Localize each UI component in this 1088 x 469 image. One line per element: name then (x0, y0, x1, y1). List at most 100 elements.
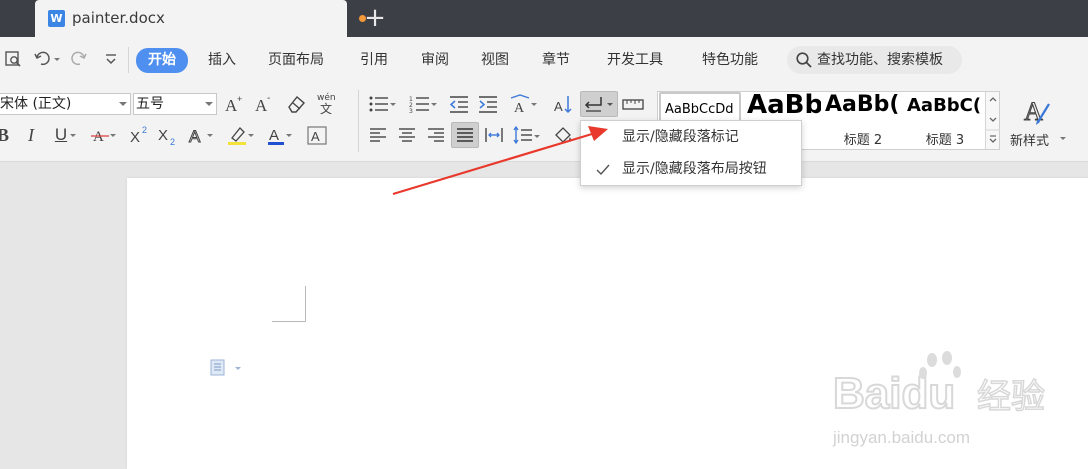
tab-home[interactable]: 开始 (136, 48, 188, 73)
new-style-label: 新样式 (1010, 134, 1050, 149)
text-direction-icon[interactable]: A (509, 93, 537, 116)
watermark-brand-cn: 经验 (977, 377, 1045, 417)
decrease-indent-icon[interactable] (448, 93, 470, 115)
text-effect-icon[interactable]: A (187, 124, 213, 147)
svg-text:3: 3 (409, 108, 413, 115)
wps-writer-icon: W (48, 10, 65, 27)
menu-item-toggle-paragraph-layout-button[interactable]: 显示/隐藏段落布局按钮 (581, 154, 801, 185)
checkmark-icon (595, 159, 611, 190)
font-size-value: 五号 (136, 96, 164, 112)
tab-review[interactable]: 审阅 (421, 51, 449, 69)
document-page[interactable]: Baidu 经验 jingyan.baidu.com (127, 178, 1088, 469)
tab-insert[interactable]: 插入 (208, 51, 236, 69)
new-style-icon: A (1022, 94, 1052, 130)
search-icon (795, 51, 813, 73)
tab-references[interactable]: 引用 (360, 51, 388, 69)
show-hide-paragraph-mark-button[interactable] (580, 91, 618, 117)
document-area: Baidu 经验 jingyan.baidu.com (0, 163, 1088, 469)
customize-toolbar-icon[interactable] (104, 50, 118, 70)
print-preview-icon[interactable] (4, 50, 22, 70)
subscript-icon[interactable]: X2 (157, 124, 179, 147)
tab-special-features[interactable]: 特色功能 (702, 51, 758, 69)
font-color-icon[interactable]: A (266, 124, 292, 146)
style-sample-text: AaBbCcDd (665, 102, 734, 117)
svg-text:A: A (93, 129, 104, 145)
styles-gallery-scroll[interactable] (985, 92, 1000, 149)
style-heading-2[interactable]: AaBb( 标题 2 (823, 92, 903, 149)
paragraph-layout-icon[interactable] (210, 358, 244, 382)
distributed-align-icon[interactable] (484, 125, 504, 147)
style-sample-text: AaBbC( (907, 95, 982, 116)
italic-icon[interactable]: I (24, 124, 38, 146)
line-spacing-icon[interactable] (512, 125, 540, 147)
bullet-list-icon[interactable] (368, 93, 396, 115)
paragraph-mark-dropdown: 显示/隐藏段落标记 显示/隐藏段落布局按钮 (580, 120, 802, 186)
font-size-select[interactable]: 五号 (133, 93, 217, 115)
highlight-color-icon[interactable] (226, 124, 254, 146)
sort-icon[interactable]: A (552, 93, 574, 115)
svg-text:文: 文 (320, 101, 332, 115)
svg-text:+: + (237, 94, 242, 104)
style-caption: 标题 2 (843, 133, 883, 148)
ribbon-home: 宋体 (正文) 五号 A + A- wén 文 123 A A B I U A … (0, 82, 1088, 162)
document-tab-title: painter.docx (72, 9, 165, 27)
chevron-down-icon (1060, 137, 1066, 140)
svg-text:X: X (130, 129, 140, 146)
superscript-icon[interactable]: X2 (129, 124, 151, 146)
watermark-url: jingyan.baidu.com (832, 428, 970, 447)
wps-writer-window: W painter.docx + 开始 插入 页面布局 引用 审阅 视图 章节 … (0, 0, 1088, 469)
font-name-value: 宋体 (正文) (0, 96, 72, 112)
feature-search-box[interactable]: 查找功能、搜索模板 (787, 46, 962, 74)
svg-text:A: A (514, 101, 525, 115)
svg-text:-: - (267, 93, 270, 104)
svg-text:2: 2 (142, 125, 147, 135)
menu-separator (128, 47, 129, 73)
menu-item-label: 显示/隐藏段落布局按钮 (622, 161, 767, 177)
menu-item-label: 显示/隐藏段落标记 (622, 129, 739, 145)
menu-item-toggle-paragraph-marks[interactable]: 显示/隐藏段落标记 (581, 122, 801, 153)
margin-corner-mark (272, 321, 306, 322)
grow-font-icon[interactable]: A + (223, 93, 245, 115)
strikethrough-icon[interactable]: A (90, 124, 116, 146)
shading-icon[interactable] (553, 125, 575, 147)
svg-text:A: A (311, 129, 320, 144)
tab-developer[interactable]: 开发工具 (607, 51, 663, 69)
tab-page-layout[interactable]: 页面布局 (268, 51, 324, 69)
align-left-icon[interactable] (368, 125, 388, 147)
underline-icon[interactable]: U (52, 124, 76, 146)
svg-text:A: A (189, 127, 201, 146)
ribbon-separator (358, 90, 359, 152)
undo-icon[interactable] (33, 50, 63, 70)
shrink-font-icon[interactable]: A- (253, 93, 275, 115)
chevron-down-icon (119, 102, 127, 106)
svg-text:X: X (158, 127, 168, 144)
style-heading-3[interactable]: AaBbC( 标题 3 (905, 92, 985, 149)
svg-text:2: 2 (170, 137, 175, 146)
title-bar: W painter.docx + (0, 0, 1088, 37)
phonetic-guide-icon[interactable]: wén 文 (316, 91, 338, 116)
align-center-icon[interactable] (397, 125, 417, 147)
ruler-icon[interactable] (622, 93, 644, 115)
font-name-select[interactable]: 宋体 (正文) (0, 93, 131, 115)
svg-text:A: A (1024, 97, 1043, 126)
character-border-icon[interactable]: A (306, 124, 328, 146)
new-tab-button[interactable]: + (363, 4, 387, 32)
bold-icon[interactable]: B (0, 124, 10, 146)
style-sample-text: AaBb (747, 92, 821, 120)
new-style-button[interactable]: A 新样式 (1008, 92, 1068, 152)
watermark-brand: Baidu (833, 369, 955, 418)
document-tab[interactable]: W painter.docx (35, 0, 366, 37)
menu-bar: 开始 插入 页面布局 引用 审阅 视图 章节 开发工具 特色功能 查找功能、搜索… (0, 37, 1088, 82)
margin-corner-mark (305, 286, 306, 322)
clear-format-icon[interactable] (285, 93, 307, 115)
numbered-list-icon[interactable]: 123 (409, 93, 437, 115)
align-right-icon[interactable] (426, 125, 446, 147)
tab-chapter[interactable]: 章节 (542, 51, 570, 69)
svg-text:A: A (554, 99, 563, 114)
justify-icon[interactable] (451, 122, 479, 148)
search-placeholder: 查找功能、搜索模板 (817, 52, 943, 68)
tab-view[interactable]: 视图 (481, 51, 509, 69)
svg-text:A: A (269, 127, 279, 144)
increase-indent-icon[interactable] (477, 93, 499, 115)
redo-icon[interactable] (70, 50, 100, 70)
